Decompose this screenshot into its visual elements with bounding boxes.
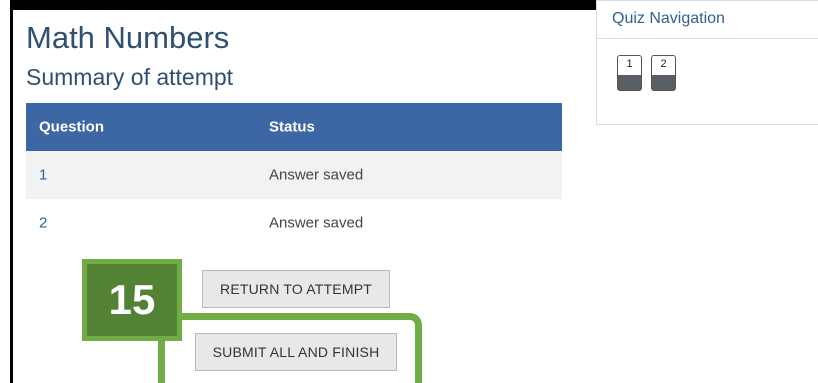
return-to-attempt-button[interactable]: RETURN TO ATTEMPT — [202, 270, 390, 308]
quiz-nav-button-label: 2 — [660, 58, 667, 70]
quiz-nav-button-label: 1 — [626, 58, 633, 70]
summary-heading: Summary of attempt — [26, 64, 234, 90]
question-link[interactable]: 1 — [39, 167, 47, 184]
table-row: 2 Answer saved — [26, 199, 562, 247]
page-title: Math Numbers — [26, 20, 230, 55]
column-header-status: Status — [269, 118, 315, 136]
question-status: Answer saved — [269, 166, 364, 184]
step-number-badge: 15 — [82, 259, 182, 341]
quiz-nav-button-2[interactable]: 2 — [651, 55, 676, 91]
summary-table: Question Status 1 Answer saved 2 Answer … — [26, 103, 562, 247]
table-row: 1 Answer saved — [26, 151, 562, 199]
quiz-navigation-header: Quiz Navigation — [597, 1, 818, 39]
column-header-question: Question — [39, 118, 105, 136]
question-link[interactable]: 2 — [39, 215, 47, 232]
screenshot-frame-left — [10, 0, 13, 383]
quiz-nav-button-1[interactable]: 1 — [617, 55, 642, 91]
highlight-box — [158, 313, 422, 383]
table-header: Question Status — [26, 103, 562, 151]
question-status: Answer saved — [269, 214, 364, 232]
quiz-navigation-title: Quiz Navigation — [612, 10, 725, 27]
